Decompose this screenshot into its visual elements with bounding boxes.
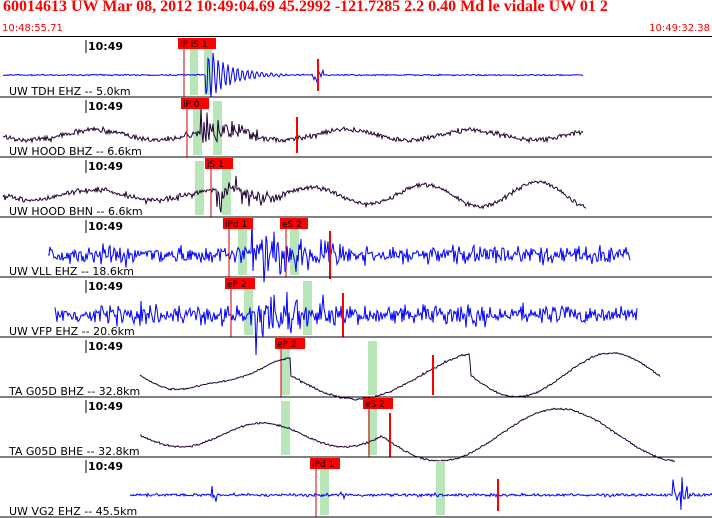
waveform-trace[interactable] — [54, 291, 638, 356]
trace-panel[interactable]: iS 1 10:49 UW HOOD BHN -- 6.6km — [0, 158, 712, 218]
station-label: TA G05D BHE -- 32.8km — [8, 445, 140, 458]
pick-label: eS 2 — [282, 220, 302, 230]
trace-panel[interactable]: eS 2 10:49 TA G05D BHE -- 32.8km — [0, 398, 712, 463]
trace-panel[interactable]: iPd 1 eS 2 10:49 UW VLL EHZ -- 18.6km — [0, 218, 712, 283]
station-label: UW HOOD BHZ -- 6.6km — [9, 145, 142, 158]
station-label: UW VFP EHZ -- 20.6km — [9, 325, 135, 338]
station-label: TA G05D BHZ -- 32.8km — [8, 385, 140, 398]
panel-time-label: 10:49 — [88, 160, 123, 173]
station-label: UW HOOD BHN -- 6.6km — [9, 205, 143, 218]
station-label: UW TDH EHZ -- 5.0km — [9, 85, 131, 98]
trace-panel[interactable]: iPd 1 10:49 UW VG2 EHZ -- 45.5km — [0, 458, 712, 518]
seismogram-display[interactable]: iP iS 1 10:49 UW TDH EHZ -- 5.0km iP 0 10:49… — [0, 0, 712, 518]
pick-label: iPd 1 — [225, 220, 247, 230]
phase-window — [368, 341, 377, 395]
pick-label: iS 1 — [207, 160, 224, 170]
station-label: UW VLL EHZ -- 18.6km — [9, 265, 134, 278]
panel-time-label: 10:49 — [88, 100, 123, 113]
waveform-trace[interactable] — [47, 219, 631, 283]
waveform-trace[interactable] — [129, 477, 712, 510]
trace-panel[interactable]: iP 0 10:49 UW HOOD BHZ -- 6.6km — [0, 98, 712, 158]
panel-time-label: 10:49 — [88, 340, 123, 353]
pick-label: eP 2 — [227, 280, 247, 290]
panel-time-label: 10:49 — [88, 460, 123, 473]
phase-window — [303, 281, 312, 335]
pick-label: eP 2 — [277, 340, 297, 350]
phase-window — [195, 161, 204, 215]
trace-panel[interactable]: iP iS 1 10:49 UW TDH EHZ -- 5.0km — [0, 38, 712, 98]
panel-time-label: 10:49 — [88, 40, 123, 53]
waveform-trace[interactable] — [139, 352, 661, 401]
waveform-trace[interactable] — [139, 407, 676, 463]
pick-label: iPd 1 — [312, 460, 334, 470]
pick-label: iP iS 1 — [180, 40, 208, 50]
pick-label: eS 2 — [365, 400, 385, 410]
station-label: UW VG2 EHZ -- 45.5km — [9, 505, 137, 518]
trace-panel[interactable]: eP 2 10:49 TA G05D BHZ -- 32.8km — [0, 338, 712, 401]
pick-label: iP 0 — [183, 100, 200, 110]
waveform-trace[interactable] — [2, 108, 584, 144]
panel-time-label: 10:49 — [88, 220, 123, 233]
panel-time-label: 10:49 — [88, 400, 123, 413]
panel-time-label: 10:49 — [88, 280, 123, 293]
phase-window — [436, 461, 445, 515]
